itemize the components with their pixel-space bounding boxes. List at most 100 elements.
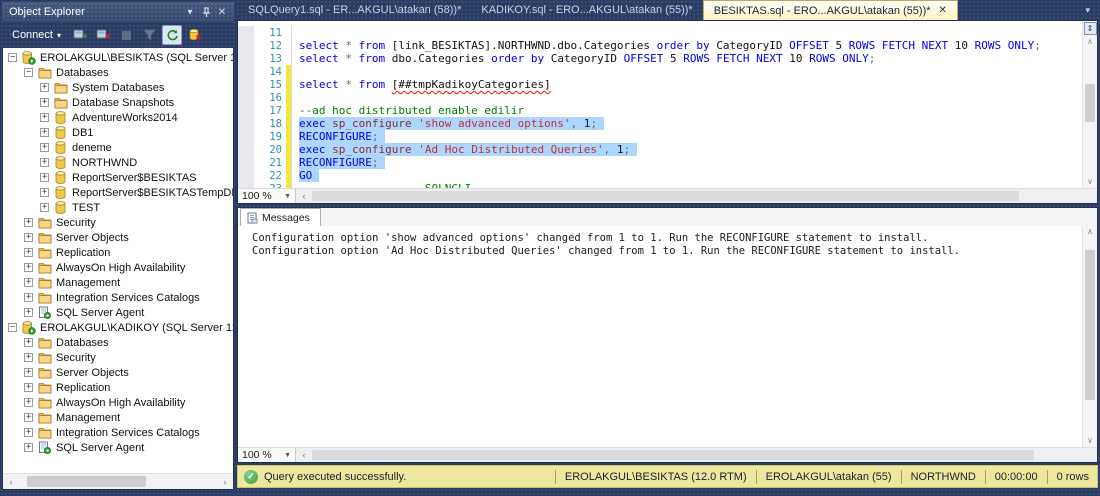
tree-item[interactable]: +ReportServer$BESIKTAS [3,170,233,185]
expand-icon[interactable]: + [24,398,33,407]
code-line[interactable]: 18exec sp_configure 'show advanced optio… [238,117,1082,130]
tab-messages[interactable]: Messages [240,208,321,226]
tree-item[interactable]: +SQL Server Agent [3,440,233,455]
code-line[interactable]: 14 [238,65,1082,78]
chevron-down-icon[interactable]: ▾ [182,5,198,19]
expand-icon[interactable]: + [24,308,33,317]
tree-item[interactable]: +Security [3,215,233,230]
expand-icon[interactable]: + [40,113,49,122]
object-explorer-hscrollbar[interactable]: ‹ › [3,473,233,489]
editor-zoom-select[interactable]: 100 %▼ [238,189,296,203]
scroll-thumb[interactable] [1085,250,1095,400]
expand-icon[interactable]: + [40,203,49,212]
code-line[interactable]: 11 [238,26,1082,39]
expand-icon[interactable]: + [40,128,49,137]
scroll-thumb[interactable] [312,191,1019,201]
expand-icon[interactable]: + [40,188,49,197]
collapse-icon[interactable]: − [8,53,17,62]
tree-item[interactable]: +SQL Server Agent [3,305,233,320]
close-tab-icon[interactable]: ✕ [939,5,947,16]
collapse-icon[interactable]: − [8,323,17,332]
expand-icon[interactable]: + [40,83,49,92]
tree-item[interactable]: +Integration Services Catalogs [3,290,233,305]
tree-item[interactable]: +AlwaysOn High Availability [3,260,233,275]
tree-item[interactable]: −EROLAKGUL\KADIKOY (SQL Server 12.0.2269 [3,320,233,335]
scroll-left-icon[interactable]: ‹ [3,474,19,490]
expand-icon[interactable]: + [24,248,33,257]
tree-item[interactable]: −Databases [3,65,233,80]
tree-item[interactable]: +NORTHWND [3,155,233,170]
tab-active-document[interactable]: BESIKTAS.sql - ERO...AKGUL\atakan (55))*… [703,0,958,20]
messages-vscrollbar[interactable]: ∧ ∨ [1082,226,1097,447]
expand-icon[interactable]: + [40,143,49,152]
tree-item[interactable]: +Server Objects [3,365,233,380]
tree-item[interactable]: +ReportServer$BESIKTASTempDB [3,185,233,200]
scroll-thumb[interactable] [1085,84,1095,122]
code-line[interactable]: 13select * from dbo.Categories order by … [238,52,1082,65]
code-line[interactable]: 17--ad hoc distributed enable edilir [238,104,1082,117]
expand-icon[interactable]: + [40,158,49,167]
scroll-up-icon[interactable]: ∧ [1087,226,1093,238]
expand-icon[interactable]: + [24,428,33,437]
tree-item[interactable]: +Database Snapshots [3,95,233,110]
split-editor-icon[interactable]: ⇕ [1084,22,1097,35]
tree-item[interactable]: +Replication [3,380,233,395]
tree-item[interactable]: +Integration Services Catalogs [3,425,233,440]
expand-icon[interactable]: + [24,413,33,422]
expand-icon[interactable]: + [40,98,49,107]
tree-item[interactable]: +Security [3,350,233,365]
close-icon[interactable]: ✕ [214,5,230,19]
scroll-left-icon[interactable]: ‹ [296,188,312,204]
tree-item[interactable]: +Management [3,410,233,425]
tree-item[interactable]: +System Databases [3,80,233,95]
tree-item[interactable]: +Replication [3,245,233,260]
pin-icon[interactable] [198,5,214,19]
tree-item[interactable]: +AdventureWorks2014 [3,110,233,125]
code-line[interactable]: 20exec sp_configure 'Ad Hoc Distributed … [238,143,1082,156]
tree-item[interactable]: +DB1 [3,125,233,140]
expand-icon[interactable]: + [24,293,33,302]
expand-icon[interactable]: + [24,338,33,347]
collapse-icon[interactable]: − [24,68,33,77]
editor-vscrollbar[interactable]: ⇕ ∧ ∨ [1082,21,1097,188]
tree-item[interactable]: +AlwaysOn High Availability [3,395,233,410]
disconnect-server-icon[interactable] [93,25,113,45]
expand-icon[interactable]: + [24,443,33,452]
expand-icon[interactable]: + [24,263,33,272]
code-line[interactable]: 19RECONFIGURE; [238,130,1082,143]
refresh-icon[interactable] [162,25,182,45]
scroll-right-icon[interactable]: › [217,474,233,490]
code-line[interactable]: 12select * from [link_BESIKTAS].NORTHWND… [238,39,1082,52]
expand-icon[interactable]: + [24,383,33,392]
expand-icon[interactable]: + [40,173,49,182]
expand-icon[interactable]: + [24,233,33,242]
scroll-down-icon[interactable]: ∨ [1087,435,1093,447]
code-line[interactable]: 21RECONFIGURE; [238,156,1082,169]
code-line[interactable]: 22GO [238,169,1082,182]
tree-item[interactable]: +TEST [3,200,233,215]
scroll-down-icon[interactable]: ∨ [1087,176,1093,188]
tree-item[interactable]: +deneme [3,140,233,155]
scroll-thumb[interactable] [27,476,146,487]
messages-zoom-select[interactable]: 100 %▼ [238,448,296,462]
expand-icon[interactable]: + [24,353,33,362]
tab-list-chevron-icon[interactable]: ▾ [1085,5,1098,20]
code-line[interactable]: 15select * from [##tmpKadikoyCategories] [238,78,1082,91]
tree-item[interactable]: −EROLAKGUL\BESIKTAS (SQL Server 12.0.226… [3,50,233,65]
connect-server-icon[interactable] [70,25,90,45]
scroll-thumb[interactable] [312,450,1034,460]
tab-document[interactable]: KADIKOY.sql - ERO...AKGUL\atakan (55))* [471,0,702,20]
tree-item[interactable]: +Management [3,275,233,290]
messages-output[interactable]: Configuration option 'show advanced opti… [238,226,1082,447]
scroll-left-icon[interactable]: ‹ [296,447,312,463]
code-line[interactable]: 16 [238,91,1082,104]
editor-code[interactable]: 1112select * from [link_BESIKTAS].NORTHW… [238,21,1082,188]
scroll-up-icon[interactable]: ∧ [1087,36,1093,48]
database-error-icon[interactable] [185,25,205,45]
tree-item[interactable]: +Databases [3,335,233,350]
expand-icon[interactable]: + [24,278,33,287]
tab-document[interactable]: SQLQuery1.sql - ER...AKGUL\atakan (58))* [238,0,471,20]
tree-item[interactable]: +Server Objects [3,230,233,245]
expand-icon[interactable]: + [24,218,33,227]
connect-button[interactable]: Connect ▾ [6,27,67,43]
